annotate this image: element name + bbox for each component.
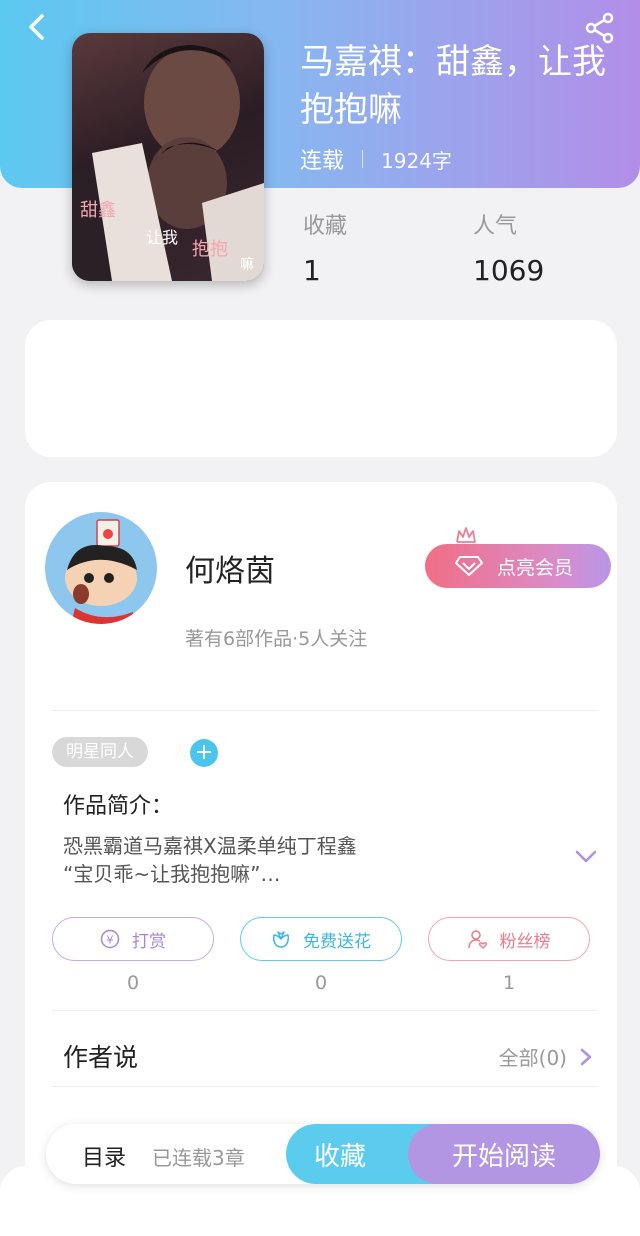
chapter-count: 已连载3章 [152, 1146, 245, 1170]
add-tag-button[interactable]: + [190, 739, 218, 767]
favorites-value: 1 [303, 254, 321, 287]
author-name[interactable]: 何烙茵 [185, 546, 275, 590]
favorite-label: 收藏 [314, 1141, 367, 1172]
send-flower-label: 免费送花 [303, 931, 371, 952]
favorites-label: 收藏 [303, 214, 348, 239]
book-meta: 连载 1924字 [300, 143, 452, 175]
diamond-icon [455, 556, 483, 576]
user-heart-icon [467, 930, 487, 949]
blank-card [25, 320, 617, 457]
cover-text-4: 嘛 [240, 257, 254, 273]
vip-button-label: 点亮会员 [497, 556, 574, 579]
tip-button[interactable]: ¥ 打赏 [52, 917, 214, 961]
fan-count: 1 [502, 972, 516, 994]
divider [52, 710, 598, 711]
send-flower-button[interactable]: 免费送花 [240, 917, 402, 961]
popularity-value: 1069 [473, 254, 545, 287]
meta-divider [362, 150, 364, 168]
divider [52, 1086, 598, 1087]
author-avatar[interactable] [45, 512, 157, 624]
vip-button[interactable]: 点亮会员 [425, 544, 611, 588]
flower-count: 0 [314, 972, 328, 994]
chevron-down-icon[interactable] [575, 850, 597, 864]
start-reading-label: 开始阅读 [451, 1141, 556, 1172]
author-summary: 著有6部作品·5人关注 [185, 628, 368, 650]
yuan-icon: ¥ [100, 929, 120, 949]
svg-text:¥: ¥ [107, 934, 114, 947]
flower-icon [273, 931, 289, 948]
fan-ranking-label: 粉丝榜 [499, 931, 551, 952]
author-says-title: 作者说 [63, 1043, 139, 1072]
divider [52, 1010, 598, 1011]
author-says-all-label: 全部(0) [498, 1046, 567, 1070]
word-count: 1924字 [381, 148, 452, 173]
intro-title: 作品简介： [63, 794, 174, 819]
intro-line-1: 恐黑霸道马嘉祺Ⅹ温柔单纯丁程鑫 [63, 834, 357, 858]
crown-icon [456, 527, 476, 543]
book-title: 马嘉祺：甜鑫，让我抱抱嘛 [300, 42, 606, 130]
book-cover[interactable]: 甜鑫 让我 抱抱 嘛 [72, 33, 264, 281]
author-says-all-link[interactable]: 全部(0) [499, 1042, 593, 1071]
cover-art: 甜鑫 让我 抱抱 嘛 [72, 45, 264, 281]
genre-tag[interactable]: 明星同人 [52, 737, 148, 767]
intro-line-2: “宝贝乖~让我抱抱嘛”… [63, 862, 281, 886]
avatar-art [65, 519, 137, 624]
popularity-label: 人气 [473, 214, 518, 239]
back-icon[interactable] [22, 12, 52, 42]
cover-text-2: 让我 [146, 228, 178, 247]
status-label: 连载 [300, 149, 345, 174]
tip-label: 打赏 [132, 931, 166, 952]
intro-text: 恐黑霸道马嘉祺Ⅹ温柔单纯丁程鑫 “宝贝乖~让我抱抱嘛”… [63, 832, 543, 888]
details-card: 何烙茵 著有6部作品·5人关注 点亮会员 明星同人 + 作品简介： 恐黑霸道马嘉… [25, 482, 617, 1202]
toc-button[interactable]: 目录 [82, 1140, 126, 1172]
cover-text-1: 甜鑫 [80, 200, 116, 221]
cover-text-3: 抱抱 [192, 239, 228, 260]
popularity-stat: 人气 1069 [473, 208, 544, 287]
fan-ranking-button[interactable]: 粉丝榜 [428, 917, 590, 961]
chevron-right-icon [580, 1048, 592, 1065]
start-reading-button[interactable]: 开始阅读 [408, 1124, 600, 1184]
tip-count: 0 [126, 972, 140, 994]
favorites-stat: 收藏 1 [303, 208, 347, 287]
bottom-action-bar: 目录 已连载3章 收藏 开始阅读 [46, 1124, 600, 1184]
